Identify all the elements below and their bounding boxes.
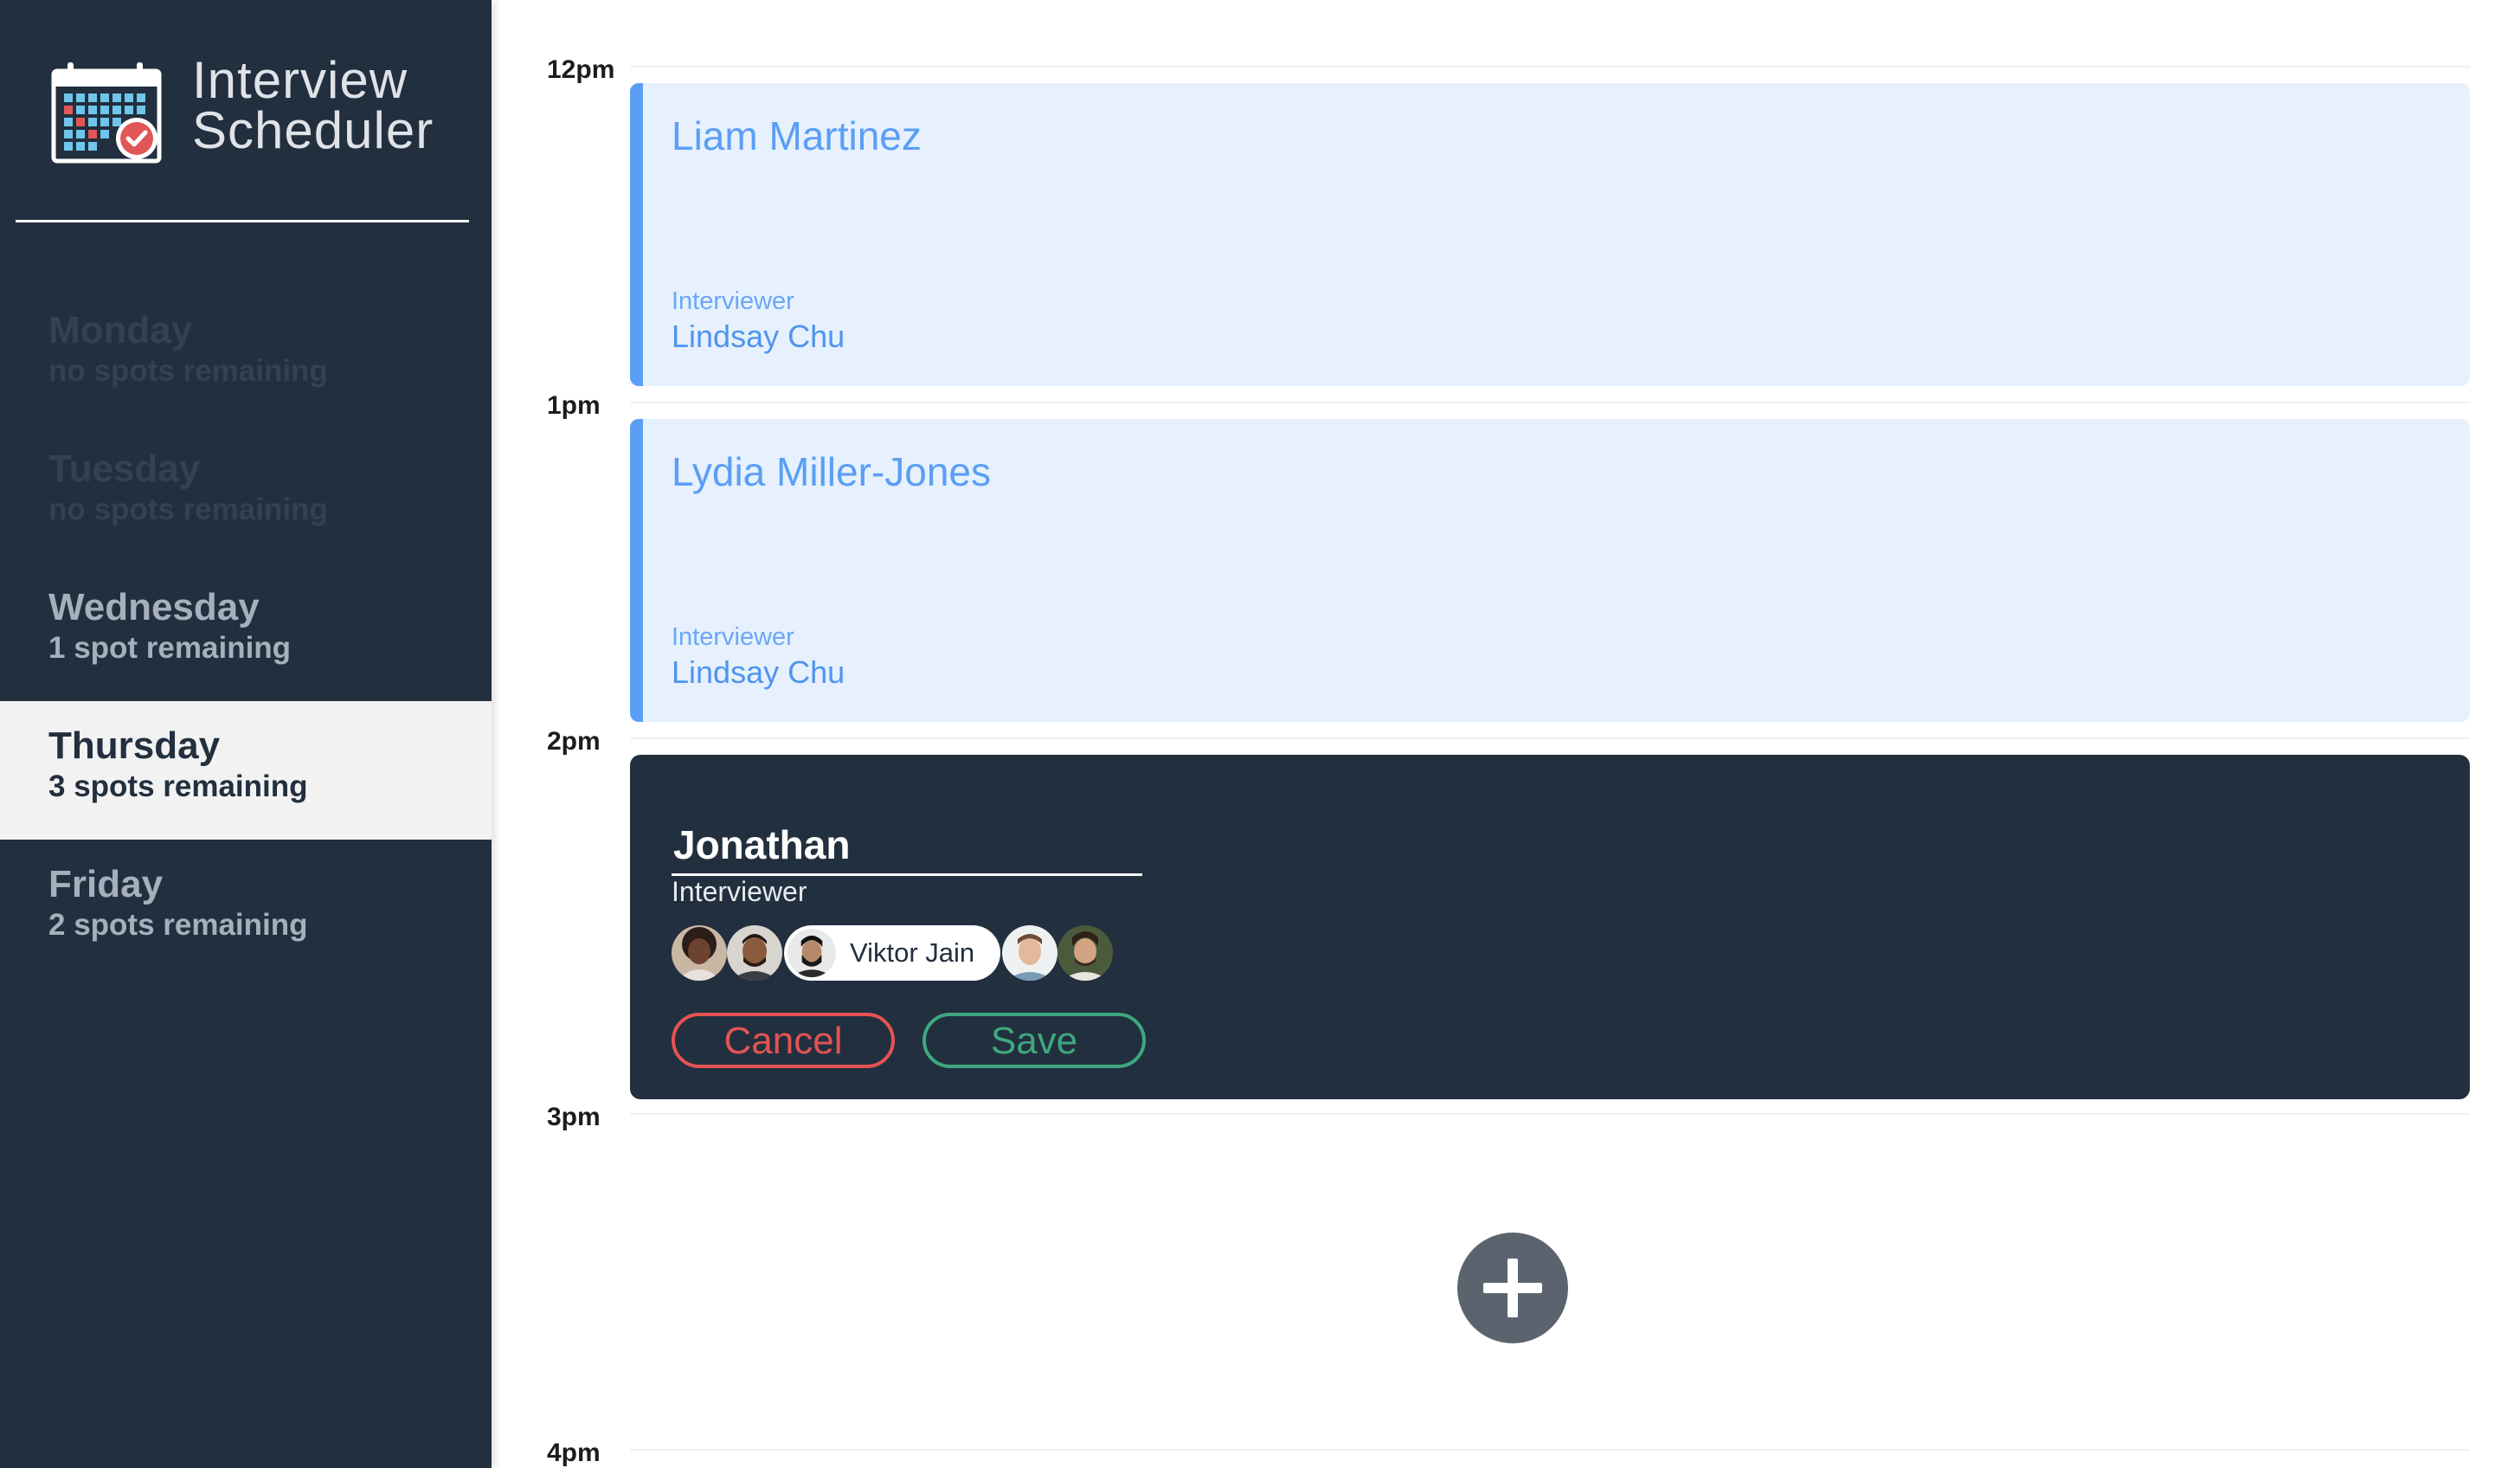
sidebar: Interview Scheduler Monday no spots rema… xyxy=(0,0,492,1468)
day-spots: 3 spots remaining xyxy=(48,769,308,803)
day-name: Tuesday xyxy=(48,447,201,490)
appointment-interviewer-name: Lindsay Chu xyxy=(672,319,845,354)
plus-icon xyxy=(1483,1259,1542,1317)
day-spots: no spots remaining xyxy=(48,493,328,526)
interviewer-avatar[interactable] xyxy=(672,925,727,981)
schedule: 12pm 1pm 2pm 3pm 4pm Liam Martinez Inter… xyxy=(492,0,2520,1468)
save-button[interactable]: Save xyxy=(922,1013,1146,1068)
day-item-friday[interactable]: Friday 2 spots remaining xyxy=(0,840,492,978)
day-spots: 2 spots remaining xyxy=(48,908,308,942)
time-divider xyxy=(630,402,2470,403)
day-spots: no spots remaining xyxy=(48,354,328,388)
interviewer-list-label: Interviewer xyxy=(672,876,807,907)
interviewer-avatar xyxy=(788,929,836,977)
time-divider xyxy=(630,737,2470,739)
appointment-interviewer-label: Interviewer xyxy=(672,623,794,651)
time-divider xyxy=(630,1449,2470,1451)
student-name-input[interactable] xyxy=(672,815,1142,876)
interviewer-avatar[interactable] xyxy=(727,925,782,981)
interviewer-list: Viktor Jain xyxy=(672,924,1113,982)
day-list: Monday no spots remaining Tuesday no spo… xyxy=(0,286,492,978)
time-label-3pm: 3pm xyxy=(547,1103,601,1131)
appointment-edit-form: Interviewer xyxy=(630,755,2470,1099)
day-name: Monday xyxy=(48,309,193,351)
selected-interviewer-name: Viktor Jain xyxy=(850,937,975,968)
time-label-1pm: 1pm xyxy=(547,391,601,420)
sidebar-divider xyxy=(16,220,469,222)
day-item-wednesday[interactable]: Wednesday 1 spot remaining xyxy=(0,563,492,701)
day-item-thursday[interactable]: Thursday 3 spots remaining xyxy=(0,701,492,840)
appointment-interviewer-label: Interviewer xyxy=(672,287,794,315)
day-name: Friday xyxy=(48,863,164,905)
day-item-monday[interactable]: Monday no spots remaining xyxy=(0,286,492,424)
time-label-2pm: 2pm xyxy=(547,727,601,756)
time-divider xyxy=(630,1113,2470,1115)
app-title: Interview Scheduler xyxy=(192,51,434,159)
day-name: Wednesday xyxy=(48,586,260,628)
day-spots: 1 spot remaining xyxy=(48,631,292,665)
appointment-student-name: Liam Martinez xyxy=(672,113,922,158)
interviewer-avatar[interactable] xyxy=(1002,925,1058,981)
calendar-check-icon xyxy=(50,59,163,164)
appointment-interviewer-name: Lindsay Chu xyxy=(672,654,845,690)
app-title-line1: Interview xyxy=(192,51,408,109)
time-label-4pm: 4pm xyxy=(547,1439,601,1467)
appointment-card[interactable]: Liam Martinez Interviewer Lindsay Chu xyxy=(630,83,2470,386)
time-divider xyxy=(630,66,2470,68)
day-name: Thursday xyxy=(48,724,221,767)
appointment-card[interactable]: Lydia Miller-Jones Interviewer Lindsay C… xyxy=(630,419,2470,722)
time-label-12pm: 12pm xyxy=(547,55,615,84)
app-title-line2: Scheduler xyxy=(192,101,434,159)
interviewer-avatar[interactable] xyxy=(1058,925,1113,981)
selected-interviewer[interactable]: Viktor Jain xyxy=(784,925,1000,981)
appointment-student-name: Lydia Miller-Jones xyxy=(672,449,991,494)
add-appointment-button[interactable] xyxy=(1457,1233,1568,1343)
cancel-button[interactable]: Cancel xyxy=(672,1013,895,1068)
day-item-tuesday[interactable]: Tuesday no spots remaining xyxy=(0,424,492,563)
